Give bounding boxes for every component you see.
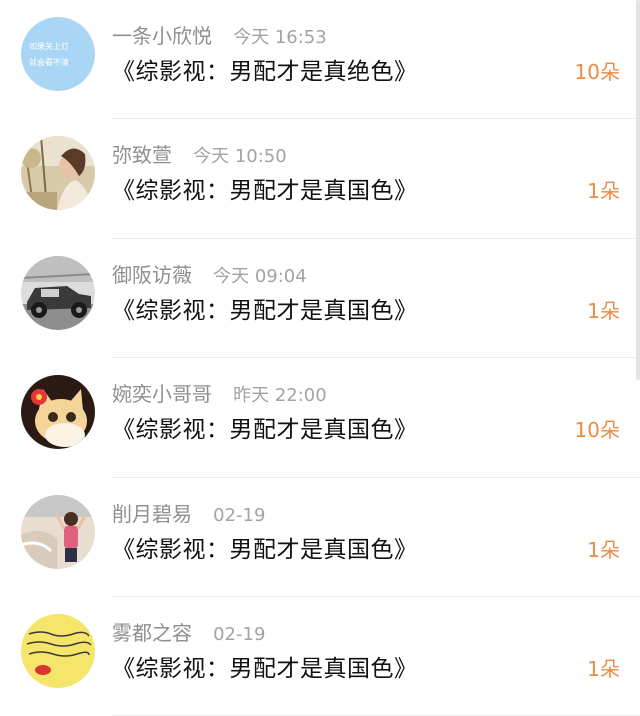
book-title[interactable]: 《综影视：男配才是真国色》 — [112, 171, 418, 205]
flower-count: 1朵 — [587, 656, 620, 681]
timestamp: 02-19 — [213, 623, 266, 645]
avatar[interactable] — [21, 494, 95, 569]
list-item[interactable]: 如果关上灯 就会看不清 一条小欣悦 今天 16:53 《综影视：男配才是真绝色》… — [0, 0, 640, 120]
avatar[interactable] — [21, 136, 95, 211]
list-item[interactable]: 御阪访薇 今天 09:04 《综影视：男配才是真国色》 1朵 — [0, 239, 640, 359]
username[interactable]: 削月碧易 — [112, 502, 192, 526]
book-title[interactable]: 《综影视：男配才是真国色》 — [112, 649, 418, 683]
book-title[interactable]: 《综影视：男配才是真国色》 — [112, 410, 418, 444]
avatar-cat-with-flower — [21, 375, 95, 450]
timestamp: 02-19 — [213, 504, 266, 526]
avatar-girl-at-beach — [21, 494, 95, 569]
username[interactable]: 弥致萱 — [112, 143, 172, 167]
list-item[interactable]: 雾都之容 02-19 《综影视：男配才是真国色》 1朵 — [0, 597, 640, 716]
list-item[interactable]: 削月碧易 02-19 《综影视：男配才是真国色》 1朵 — [0, 478, 640, 597]
list-item[interactable]: 婉奕小哥哥 昨天 22:00 《综影视：男配才是真国色》 10朵 — [0, 358, 640, 478]
item-meta: 婉奕小哥哥 昨天 22:00 — [112, 378, 327, 408]
avatar[interactable]: 如果关上灯 就会看不清 — [21, 17, 95, 91]
avatar[interactable] — [21, 255, 95, 330]
avatar[interactable] — [21, 613, 95, 688]
flower-count: 1朵 — [587, 537, 620, 562]
avatar-yellow-handwriting — [21, 613, 95, 688]
book-title[interactable]: 《综影视：男配才是真绝色》 — [112, 52, 418, 86]
username[interactable]: 雾都之容 — [112, 621, 192, 645]
flower-count: 1朵 — [587, 298, 620, 323]
avatar-vintage-car — [21, 255, 95, 330]
avatar-woman-outdoors — [21, 136, 95, 211]
list-item[interactable]: 弥致萱 今天 10:50 《综影视：男配才是真国色》 1朵 — [0, 119, 640, 239]
flower-count: 1朵 — [587, 179, 620, 204]
flower-count: 10朵 — [574, 418, 620, 443]
item-meta: 削月碧易 02-19 — [112, 498, 265, 528]
item-meta: 一条小欣悦 今天 16:53 — [112, 20, 327, 50]
avatar[interactable] — [21, 375, 95, 450]
scrollbar[interactable] — [636, 0, 640, 380]
book-title[interactable]: 《综影视：男配才是真国色》 — [112, 530, 418, 564]
username[interactable]: 一条小欣悦 — [112, 24, 212, 48]
flower-count: 10朵 — [574, 60, 620, 84]
avatar-text-line-1: 如果关上灯 — [29, 42, 69, 51]
timestamp: 今天 10:50 — [193, 146, 287, 168]
item-meta: 弥致萱 今天 10:50 — [112, 139, 287, 169]
timestamp: 昨天 22:00 — [233, 385, 327, 407]
timestamp: 今天 16:53 — [233, 27, 327, 48]
item-meta: 雾都之容 02-19 — [112, 617, 265, 647]
username[interactable]: 御阪访薇 — [112, 263, 192, 287]
timestamp: 今天 09:04 — [213, 265, 307, 287]
avatar-text-line-2: 就会看不清 — [29, 58, 69, 67]
gift-record-list: 如果关上灯 就会看不清 一条小欣悦 今天 16:53 《综影视：男配才是真绝色》… — [0, 0, 640, 716]
item-meta: 御阪访薇 今天 09:04 — [112, 259, 307, 289]
book-title[interactable]: 《综影视：男配才是真国色》 — [112, 291, 418, 325]
username[interactable]: 婉奕小哥哥 — [112, 382, 212, 406]
